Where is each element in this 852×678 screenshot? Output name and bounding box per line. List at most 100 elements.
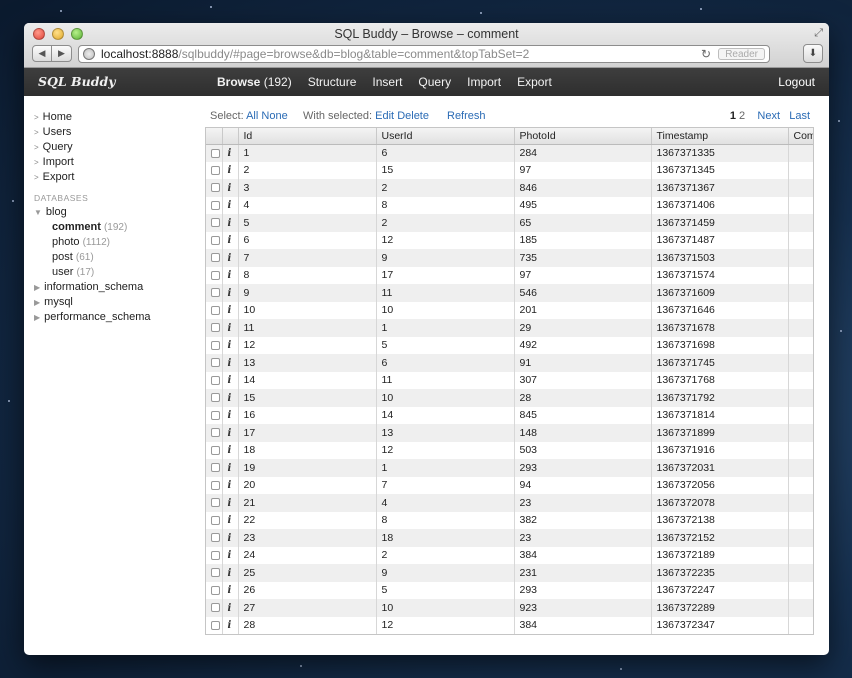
db-mysql[interactable]: ▶ mysql [34,295,204,310]
select-none-link[interactable]: None [261,110,287,122]
row-checkbox[interactable] [211,183,220,193]
sidebar-item-export[interactable]: > Export [34,170,204,185]
row-checkbox[interactable] [211,620,220,630]
table-row[interactable]: i 7 9 735 1367371503 [206,249,813,267]
next-page-link[interactable]: Next [757,110,780,122]
column-header-photoid[interactable]: PhotoId [514,128,652,145]
info-icon[interactable]: i [228,270,232,281]
table-row[interactable]: i 8 17 97 1367371574 [206,266,813,284]
info-icon[interactable]: i [228,568,232,579]
row-checkbox[interactable] [211,568,220,578]
fullscreen-icon[interactable]: ⤢ [814,27,823,40]
table-row[interactable]: i 2 15 97 1367371345 [206,161,813,179]
back-button[interactable]: ◀ [32,45,52,62]
select-all-link[interactable]: All [246,110,258,122]
info-icon[interactable]: i [228,533,232,544]
column-header-userid[interactable]: UserId [376,128,515,145]
tab-export[interactable]: Export [517,75,552,89]
table-row[interactable]: i 25 9 231 1367372235 [206,564,813,582]
info-icon[interactable]: i [228,428,232,439]
table-item-photo[interactable]: photo (1112) [34,235,204,250]
table-row[interactable]: i 3 2 846 1367371367 [206,179,813,197]
table-row[interactable]: i 15 10 28 1367371792 [206,389,813,407]
collapsed-triangle-icon[interactable]: ▶ [34,283,40,292]
row-checkbox[interactable] [211,235,220,245]
info-icon[interactable]: i [228,410,232,421]
table-row[interactable]: i 13 6 91 1367371745 [206,354,813,372]
row-checkbox[interactable] [211,305,220,315]
table-row[interactable]: i 24 2 384 1367372189 [206,546,813,564]
row-checkbox[interactable] [211,165,220,175]
downloads-icon[interactable]: ⬇ [803,44,823,63]
tab-import[interactable]: Import [467,75,501,89]
row-checkbox[interactable] [211,148,220,158]
row-checkbox[interactable] [211,200,220,210]
info-icon[interactable]: i [228,165,232,176]
refresh-link[interactable]: Refresh [447,110,486,122]
info-icon[interactable]: i [228,375,232,386]
table-row[interactable]: i 5 2 65 1367371459 [206,214,813,232]
row-checkbox[interactable] [211,463,220,473]
info-icon[interactable]: i [228,288,232,299]
info-icon[interactable]: i [228,393,232,404]
row-checkbox[interactable] [211,358,220,368]
logout-link[interactable]: Logout [778,75,815,89]
info-icon[interactable]: i [228,515,232,526]
info-icon[interactable]: i [228,200,232,211]
table-row[interactable]: i 9 11 546 1367371609 [206,284,813,302]
info-icon[interactable]: i [228,148,232,159]
table-item-comment[interactable]: comment (192) [34,220,204,235]
delete-link[interactable]: Delete [397,110,429,122]
table-row[interactable]: i 27 10 923 1367372289 [206,599,813,617]
table-row[interactable]: i 1 6 284 1367371335 [206,144,813,162]
table-row[interactable]: i 28 12 384 1367372347 [206,616,813,634]
table-item-user[interactable]: user (17) [34,265,204,280]
tab-structure[interactable]: Structure [308,75,357,89]
row-checkbox[interactable] [211,270,220,280]
info-icon[interactable]: i [228,305,232,316]
table-row[interactable]: i 6 12 185 1367371487 [206,231,813,249]
row-checkbox[interactable] [211,515,220,525]
reader-button[interactable]: Reader [718,48,765,60]
table-row[interactable]: i 16 14 845 1367371814 [206,406,813,424]
row-checkbox[interactable] [211,603,220,613]
info-icon[interactable]: i [228,340,232,351]
row-checkbox[interactable] [211,550,220,560]
tab-browse[interactable]: Browse (192) [217,75,292,89]
info-icon[interactable]: i [228,235,232,246]
column-header-id[interactable]: Id [238,128,377,145]
row-checkbox[interactable] [211,445,220,455]
row-checkbox[interactable] [211,323,220,333]
db-blog[interactable]: ▼ blog [34,205,204,220]
info-icon[interactable]: i [228,463,232,474]
info-icon[interactable]: i [228,445,232,456]
page-2-link[interactable]: 2 [739,110,745,122]
info-icon[interactable]: i [228,480,232,491]
edit-link[interactable]: Edit [375,110,394,122]
row-checkbox[interactable] [211,218,220,228]
sidebar-item-import[interactable]: > Import [34,155,204,170]
row-checkbox[interactable] [211,498,220,508]
table-row[interactable]: i 17 13 148 1367371899 [206,424,813,442]
forward-button[interactable]: ▶ [52,45,72,62]
table-row[interactable]: i 12 5 492 1367371698 [206,336,813,354]
info-icon[interactable]: i [228,218,232,229]
tab-insert[interactable]: Insert [372,75,402,89]
row-checkbox[interactable] [211,253,220,263]
address-bar[interactable]: localhost:8888/sqlbuddy/#page=browse&db=… [78,45,770,63]
last-page-link[interactable]: Last [789,110,810,122]
table-row[interactable]: i 10 10 201 1367371646 [206,301,813,319]
row-checkbox[interactable] [211,533,220,543]
table-row[interactable]: i 22 8 382 1367372138 [206,511,813,529]
sidebar-item-query[interactable]: > Query [34,140,204,155]
row-checkbox[interactable] [211,340,220,350]
row-checkbox[interactable] [211,585,220,595]
row-checkbox[interactable] [211,375,220,385]
table-row[interactable]: i 23 18 23 1367372152 [206,529,813,547]
row-checkbox[interactable] [211,480,220,490]
info-icon[interactable]: i [228,550,232,561]
row-checkbox[interactable] [211,288,220,298]
sidebar-item-users[interactable]: > Users [34,125,204,140]
info-icon[interactable]: i [228,620,232,631]
info-icon[interactable]: i [228,323,232,334]
